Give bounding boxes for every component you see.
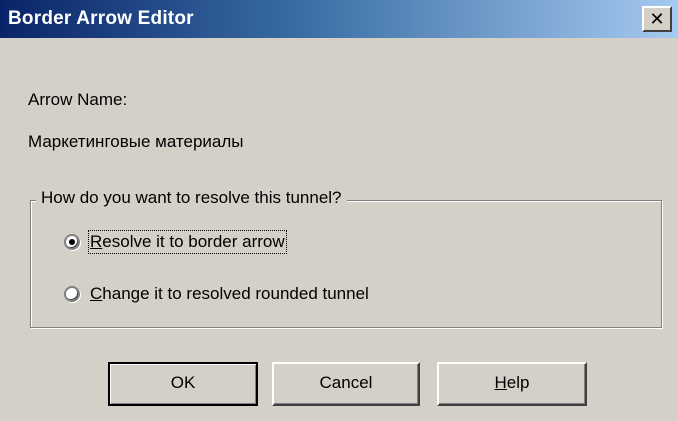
close-button[interactable]: ✕ <box>642 6 672 32</box>
resolve-groupbox-legend: How do you want to resolve this tunnel? <box>36 188 347 208</box>
radio-button-icon[interactable] <box>64 286 80 302</box>
border-arrow-editor-dialog: Border Arrow Editor ✕ Arrow Name: Маркет… <box>0 0 678 421</box>
window-title: Border Arrow Editor <box>8 8 194 29</box>
arrow-name-label: Arrow Name: <box>28 90 128 109</box>
radio-resolve-to-border-arrow[interactable]: Resolve it to border arrow <box>64 230 287 254</box>
radio-change-to-rounded-tunnel[interactable]: Change it to resolved rounded tunnel <box>64 284 369 304</box>
radio-label-change[interactable]: Change it to resolved rounded tunnel <box>90 284 369 304</box>
title-bar[interactable]: Border Arrow Editor ✕ <box>0 0 678 38</box>
help-button[interactable]: Help <box>437 362 587 406</box>
radio-button-icon[interactable] <box>64 234 80 250</box>
ok-button[interactable]: OK <box>108 362 258 406</box>
radio-selected-dot <box>69 239 75 245</box>
cancel-button[interactable]: Cancel <box>272 362 420 406</box>
radio-label-resolve[interactable]: Resolve it to border arrow <box>88 230 287 254</box>
resolve-groupbox <box>30 200 662 328</box>
arrow-name-value: Маркетинговые материалы <box>28 132 244 151</box>
close-icon: ✕ <box>649 9 665 29</box>
